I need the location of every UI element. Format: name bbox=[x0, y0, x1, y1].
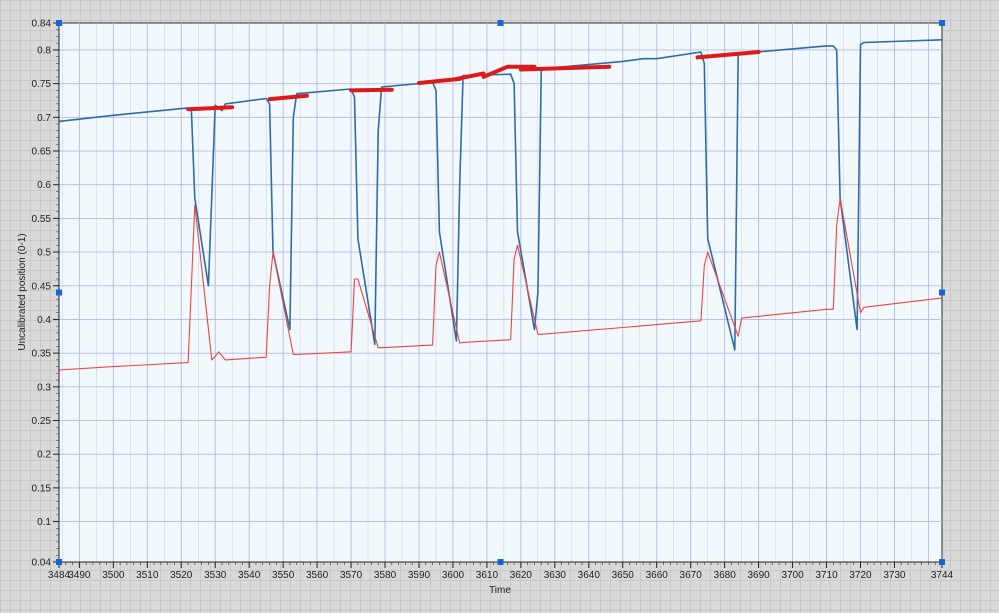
x-tick-label: 3690 bbox=[747, 570, 770, 581]
y-tick-label: 0.55 bbox=[32, 214, 52, 225]
x-tick-label: 3550 bbox=[272, 570, 295, 581]
resize-handle[interactable] bbox=[939, 20, 945, 26]
y-tick-label: 0.5 bbox=[37, 248, 51, 259]
y-tick-label: 0.1 bbox=[37, 517, 51, 528]
x-tick-label: 3670 bbox=[680, 570, 703, 581]
chart: 34843490 3500 3510 3520 3530 3540 3550 3560 3570… bbox=[17, 19, 954, 597]
y-tick-label: 0.7 bbox=[37, 113, 51, 124]
x-tick-label: 3630 bbox=[544, 570, 567, 581]
resize-handle[interactable] bbox=[939, 559, 945, 565]
x-tick-label: 3560 bbox=[306, 570, 329, 581]
y-tick-label: 0.3 bbox=[37, 382, 51, 393]
resize-handle[interactable] bbox=[939, 289, 945, 296]
y-tick-label: 0.25 bbox=[32, 416, 52, 427]
x-tick-label: 3650 bbox=[612, 570, 635, 581]
x-tick-label: 3700 bbox=[781, 570, 804, 581]
resize-handle[interactable] bbox=[497, 20, 504, 26]
y-tick-label: 0.75 bbox=[32, 79, 52, 90]
x-tick-label: 3600 bbox=[442, 570, 465, 581]
y-tick-label: 0.04 bbox=[32, 558, 52, 569]
x-tick-label: 3620 bbox=[510, 570, 533, 581]
x-tick-label: 3680 bbox=[714, 570, 737, 581]
resize-handle[interactable] bbox=[56, 559, 62, 565]
x-tick-label: 3590 bbox=[408, 570, 431, 581]
y-tick-label: 0.6 bbox=[37, 180, 51, 191]
x-tick-label: 3570 bbox=[340, 570, 363, 581]
x-tick-label: 3744 bbox=[931, 570, 954, 581]
x-tick-label: 3490 bbox=[68, 570, 91, 581]
x-tick-label: 3500 bbox=[102, 570, 125, 581]
y-axis-title: Uncalibrated position (0-1) bbox=[17, 233, 28, 350]
annotation-stroke bbox=[349, 87, 394, 93]
resize-handle[interactable] bbox=[56, 20, 62, 26]
resize-handle[interactable] bbox=[56, 289, 62, 296]
x-tick-label: 3640 bbox=[578, 570, 601, 581]
x-tick-label: 3580 bbox=[374, 570, 397, 581]
y-tick-label: 0.4 bbox=[37, 315, 51, 326]
x-tick-label: 3510 bbox=[136, 570, 159, 581]
y-tick-label: 0.2 bbox=[37, 450, 51, 461]
x-tick-label: 3710 bbox=[815, 570, 838, 581]
x-tick-label: 3520 bbox=[170, 570, 193, 581]
y-tick-label: 0.35 bbox=[32, 349, 52, 360]
resize-handle[interactable] bbox=[497, 559, 504, 565]
x-tick-label: 3720 bbox=[849, 570, 872, 581]
x-tick-label: 3540 bbox=[238, 570, 261, 581]
y-tick-label: 0.45 bbox=[32, 281, 52, 292]
y-tick-label: 0.65 bbox=[32, 147, 52, 158]
x-axis-title: Time bbox=[489, 585, 511, 596]
x-tick-label: 3484 bbox=[48, 570, 71, 581]
y-tick-label: 0.15 bbox=[32, 483, 52, 494]
y-tick-label: 0.84 bbox=[32, 19, 52, 30]
x-tick-label: 3660 bbox=[646, 570, 669, 581]
y-tick-label: 0.8 bbox=[37, 45, 51, 56]
annotation-stroke bbox=[518, 64, 612, 72]
x-tick-label: 3610 bbox=[476, 570, 499, 581]
annotation-stroke bbox=[186, 105, 235, 112]
x-tick-label: 3530 bbox=[204, 570, 227, 581]
x-tick-label: 3730 bbox=[883, 570, 906, 581]
